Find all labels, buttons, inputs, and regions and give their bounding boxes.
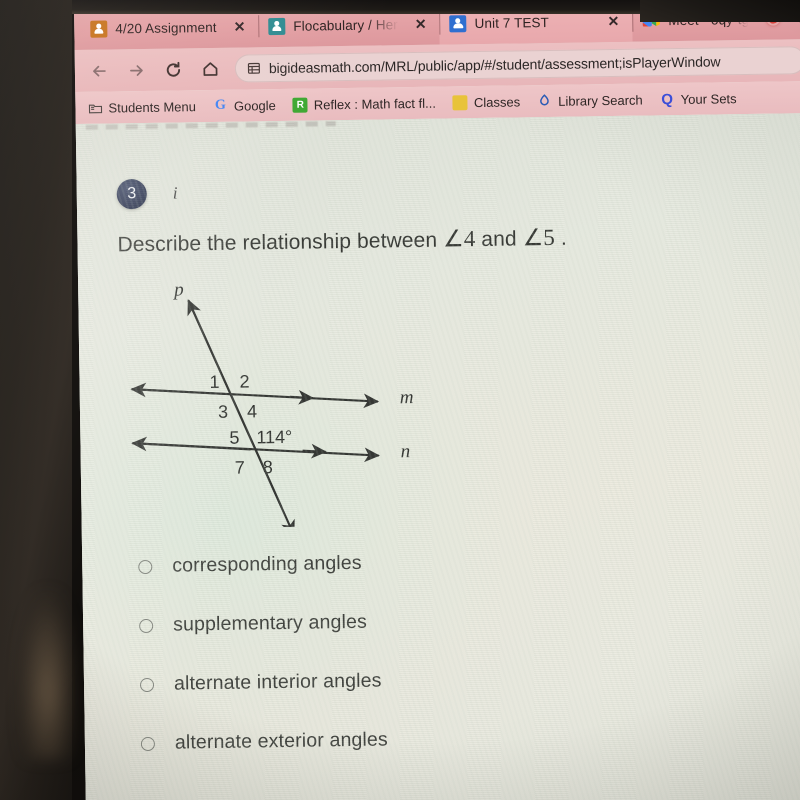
library-drop-icon <box>537 93 552 108</box>
tab-title: Unit 7 TEST <box>474 14 550 31</box>
google-g-icon: G <box>214 97 226 113</box>
classroom-person-icon <box>452 94 469 110</box>
radio-button[interactable] <box>140 736 156 751</box>
angle-114-label: 114° <box>256 427 292 448</box>
photo-of-screen: 4/20 Assignment ✕ Flocabulary / Her ✕ Un… <box>0 0 800 800</box>
answer-options: corresponding angles supplementary angle… <box>138 545 800 755</box>
radio-button[interactable] <box>139 618 154 633</box>
prompt-prefix: Describe the relationship between <box>117 228 438 257</box>
assessment-content: 3 i Describe the relationship between ∠4… <box>75 113 800 800</box>
angle-5-label: 5 <box>229 428 239 448</box>
reload-icon[interactable] <box>161 57 185 81</box>
bookmark-label: Google <box>233 97 276 114</box>
bookmark-label: Reflex : Math fact fl... <box>313 95 437 112</box>
monitor-bezel-top-right <box>640 0 800 22</box>
option-supplementary-angles[interactable]: supplementary angles <box>139 604 800 637</box>
bookmark-students-menu[interactable]: Students Menu <box>87 99 196 116</box>
option-label: alternate interior angles <box>173 669 382 695</box>
reflex-r-icon: R <box>292 97 308 113</box>
bookmark-label: Your Sets <box>680 90 737 107</box>
radio-button[interactable] <box>139 677 155 692</box>
classroom-person-icon <box>449 14 467 32</box>
radio-button[interactable] <box>138 559 153 574</box>
bookmark-classes[interactable]: Classes <box>452 93 521 110</box>
info-icon[interactable]: i <box>173 183 178 203</box>
quizlet-q-icon: Q <box>661 90 674 108</box>
bookmark-library-search[interactable]: Library Search <box>537 92 643 109</box>
url-text: bigideasmath.com/MRL/public/app/#/studen… <box>268 53 721 77</box>
classroom-person-icon <box>90 20 108 38</box>
line-p-down-arrow <box>187 299 295 530</box>
flocabulary-person-icon <box>268 17 286 35</box>
bookmark-reflex[interactable]: R Reflex : Math fact fl... <box>292 95 437 113</box>
angle-2-label: 2 <box>239 371 249 391</box>
site-info-icon[interactable] <box>247 61 261 75</box>
tab-close-button[interactable]: ✕ <box>598 13 628 29</box>
option-alternate-exterior-angles[interactable]: alternate exterior angles <box>140 722 800 755</box>
line-m-label: m <box>400 387 414 408</box>
folder-icon <box>87 100 102 115</box>
angle-1-label: 1 <box>209 372 219 392</box>
option-alternate-interior-angles[interactable]: alternate interior angles <box>139 663 800 696</box>
angle-5-label: ∠5 <box>522 224 556 251</box>
angle-4-label: ∠4 <box>442 226 476 252</box>
address-bar[interactable]: bigideasmath.com/MRL/public/app/#/studen… <box>234 46 800 83</box>
bookmark-label: Classes <box>473 93 521 110</box>
bookmark-label: Library Search <box>558 92 643 109</box>
tab-close-button[interactable]: ✕ <box>225 18 255 34</box>
angle-8-label: 8 <box>263 457 273 477</box>
line-m-parallel-mark <box>289 389 315 405</box>
question-prompt: Describe the relationship between ∠4 and… <box>77 199 800 258</box>
back-icon[interactable] <box>87 58 111 82</box>
question-header: 3 i <box>76 113 800 210</box>
angle-7-label: 7 <box>235 458 245 478</box>
bookmark-label: Students Menu <box>108 98 197 115</box>
prompt-suffix: . <box>560 226 567 250</box>
line-n-label: n <box>400 441 410 462</box>
line-n-parallel-mark <box>302 443 327 459</box>
option-label: corresponding angles <box>172 551 362 577</box>
angle-3-label: 3 <box>218 402 228 422</box>
bezel-light-glow <box>18 590 78 760</box>
forward-icon[interactable] <box>124 58 148 82</box>
home-icon[interactable] <box>198 57 222 81</box>
browser-window: 4/20 Assignment ✕ Flocabulary / Her ✕ Un… <box>74 0 800 800</box>
bookmark-your-sets[interactable]: Q Your Sets <box>660 90 737 108</box>
geometry-diagram: p m n 1 2 3 4 5 114° 7 8 <box>108 275 442 530</box>
prompt-conjunction: and <box>481 227 517 251</box>
question-number-badge: 3 <box>116 178 147 210</box>
option-label: alternate exterior angles <box>174 728 389 754</box>
option-corresponding-angles[interactable]: corresponding angles <box>138 545 800 578</box>
line-p-label: p <box>172 279 184 300</box>
tab-title: Flocabulary / Her <box>293 16 398 34</box>
tab-title: 4/20 Assignment <box>115 19 217 36</box>
angle-4-label: 4 <box>247 401 257 421</box>
tab-close-button[interactable]: ✕ <box>406 16 436 32</box>
monitor-bezel-left <box>0 0 78 800</box>
bookmark-google[interactable]: G Google <box>213 98 276 114</box>
option-label: supplementary angles <box>172 610 368 636</box>
